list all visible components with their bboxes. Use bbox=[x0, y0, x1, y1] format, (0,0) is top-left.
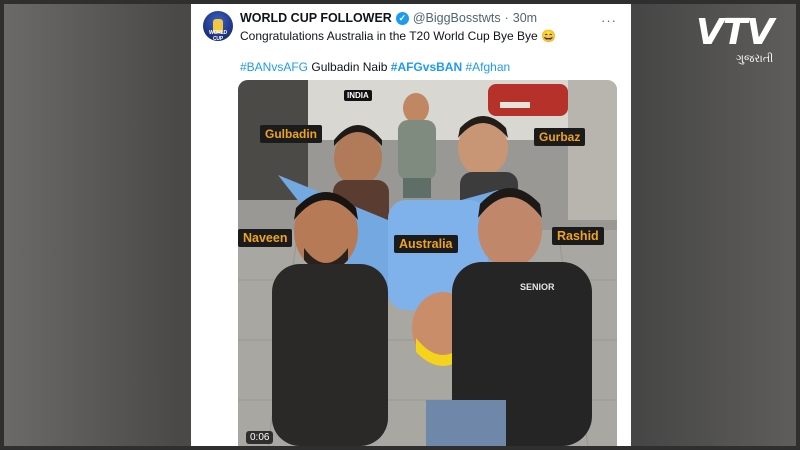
tweet-header: WORLD CUP FOLLOWER ✓ @BiggBosstwts · 30m bbox=[240, 11, 537, 25]
tweet-text: Congratulations Australia in the T20 Wor… bbox=[240, 29, 556, 43]
avatar-text: WORLD CUP bbox=[209, 30, 227, 42]
verified-badge-icon: ✓ bbox=[395, 11, 409, 25]
label-australia: Australia bbox=[394, 235, 458, 253]
timestamp[interactable]: 30m bbox=[513, 11, 537, 25]
more-options-icon[interactable]: ··· bbox=[601, 13, 617, 28]
label-india: INDIA bbox=[344, 90, 372, 101]
separator: · bbox=[504, 11, 509, 25]
label-rashid: Rashid bbox=[552, 227, 604, 245]
label-gulbadin: Gulbadin bbox=[260, 125, 322, 143]
shirt-text: SENIOR bbox=[520, 282, 555, 292]
author-name[interactable]: WORLD CUP FOLLOWER bbox=[240, 11, 392, 25]
watermark-main: VTV bbox=[696, 12, 774, 53]
hashtag-banvsafg[interactable]: #BANvsAFG bbox=[240, 60, 308, 74]
vtv-watermark-logo: VTV ગુજરાતી bbox=[696, 10, 784, 70]
label-naveen: Naveen bbox=[238, 229, 293, 247]
hashtag-line: #BANvsAFG Gulbadin Naib #AFGvsBAN #Afgha… bbox=[240, 60, 510, 74]
author-handle[interactable]: @BiggBosstwts bbox=[413, 11, 501, 25]
label-gurbaz: Gurbaz bbox=[534, 128, 586, 146]
avatar[interactable]: WORLD CUP bbox=[203, 11, 233, 42]
plain-text-gulbadin: Gulbadin Naib bbox=[311, 60, 388, 74]
watermark-sub: ગુજરાતી bbox=[736, 53, 774, 65]
video-duration-badge: 0:06 bbox=[246, 431, 274, 444]
tweet-card: WORLD CUP WORLD CUP FOLLOWER ✓ @BiggBoss… bbox=[191, 4, 631, 446]
hashtag-afgvsban[interactable]: #AFGvsBAN bbox=[391, 60, 462, 74]
hashtag-afghan[interactable]: #Afghan bbox=[465, 60, 510, 74]
tweet-video[interactable]: SENIOR INDIA Gulbadin Gurbaz Naveen Aust… bbox=[238, 80, 617, 446]
